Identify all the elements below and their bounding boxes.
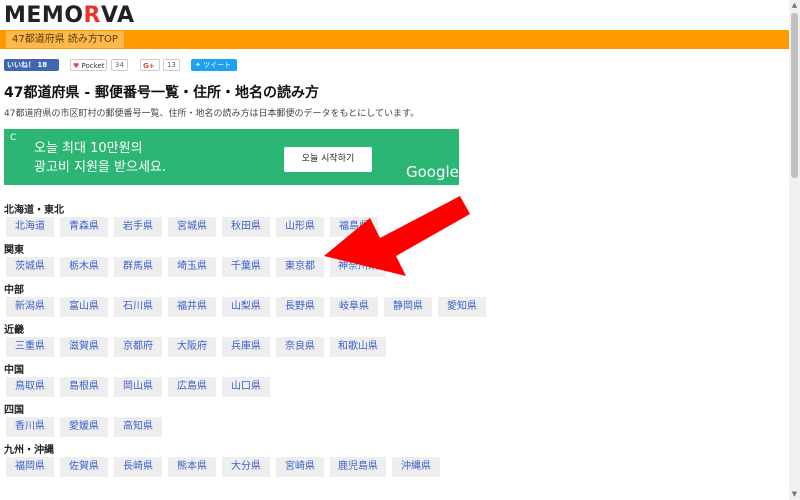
arrow-shape — [324, 196, 470, 276]
prefecture-link[interactable]: 新潟県 — [6, 297, 54, 317]
ad-text: 오늘 최대 10만원의 광고비 지원을 받으세요. — [34, 139, 166, 177]
prefecture-link[interactable]: 静岡県 — [384, 297, 432, 317]
prefecture-link[interactable]: 北海道 — [6, 217, 54, 237]
prefecture-link[interactable]: 岡山県 — [114, 377, 162, 397]
logo-accent: R — [83, 3, 101, 28]
pocket-button[interactable]: ♥ Pocket — [70, 59, 107, 71]
ad-brand: Google — [406, 163, 459, 181]
pocket-icon: ♥ — [73, 62, 80, 70]
prefecture-link[interactable]: 沖縄県 — [392, 457, 440, 477]
prefecture-link[interactable]: 島根県 — [60, 377, 108, 397]
prefecture-link[interactable]: 富山県 — [60, 297, 108, 317]
prefecture-link[interactable]: 大阪府 — [168, 337, 216, 357]
region-title: 関東 — [4, 245, 24, 256]
prefecture-link[interactable]: 和歌山県 — [330, 337, 386, 357]
prefecture-link[interactable]: 福岡県 — [6, 457, 54, 477]
prefecture-link[interactable]: 奈良県 — [276, 337, 324, 357]
gplus-button[interactable]: G+ — [140, 59, 160, 71]
ad-line-1: 오늘 최대 10만원의 — [34, 141, 143, 156]
tweet-button[interactable]: ✦ ツイート — [191, 59, 237, 71]
scroll-down-icon[interactable]: ▼ — [789, 489, 800, 500]
prefecture-link[interactable]: 宮崎県 — [276, 457, 324, 477]
prefecture-link[interactable]: 滋賀県 — [60, 337, 108, 357]
prefecture-link[interactable]: 福井県 — [168, 297, 216, 317]
gplus-count: 13 — [163, 59, 180, 71]
prefecture-link[interactable]: 岐阜県 — [330, 297, 378, 317]
prefecture-link[interactable]: 鳥取県 — [6, 377, 54, 397]
site-logo[interactable]: MEMORVA — [4, 3, 135, 28]
nav-bar: 47都道府県 読み方TOP — [0, 30, 789, 49]
pocket-label: Pocket — [81, 62, 105, 70]
logo-prefix: MEMO — [4, 3, 84, 28]
prefecture-link[interactable]: 岩手県 — [114, 217, 162, 237]
region-title: 中国 — [4, 365, 24, 376]
prefecture-link[interactable]: 広島県 — [168, 377, 216, 397]
prefecture-link[interactable]: 鹿児島県 — [330, 457, 386, 477]
pocket-count: 34 — [111, 59, 128, 71]
ad-cta-button[interactable]: 오늘 시작하기 — [284, 147, 372, 172]
prefecture-link[interactable]: 千葉県 — [222, 257, 270, 277]
prefecture-link[interactable]: 愛知県 — [438, 297, 486, 317]
page-subtitle: 47都道府県の市区町村の郵便番号一覧、住所・地名の読み方は日本郵便のデータをもと… — [4, 109, 420, 119]
nav-link-top[interactable]: 47都道府県 読み方TOP — [6, 31, 124, 48]
prefecture-link[interactable]: 熊本県 — [168, 457, 216, 477]
ad-line-2: 광고비 지원을 받으세요. — [34, 160, 166, 175]
region-title: 四国 — [4, 405, 24, 416]
prefecture-link[interactable]: 茨城県 — [6, 257, 54, 277]
region-title: 九州・沖縄 — [4, 445, 54, 456]
prefecture-link[interactable]: 山口県 — [222, 377, 270, 397]
prefecture-link[interactable]: 栃木県 — [60, 257, 108, 277]
twitter-icon: ✦ — [195, 61, 201, 69]
prefecture-link[interactable]: 長野県 — [276, 297, 324, 317]
prefecture-link[interactable]: 兵庫県 — [222, 337, 270, 357]
prefecture-link[interactable]: 愛媛県 — [60, 417, 108, 437]
scroll-thumb[interactable] — [791, 13, 798, 178]
prefecture-link[interactable]: 香川県 — [6, 417, 54, 437]
page: MEMORVA 47都道府県 読み方TOP いいね！ 18 ♥ Pocket 3… — [0, 0, 789, 500]
prefecture-link[interactable]: 宮城県 — [168, 217, 216, 237]
page-title: 47都道府県 - 郵便番号一覧・住所・地名の読み方 — [4, 85, 320, 101]
prefecture-link[interactable]: 大分県 — [222, 457, 270, 477]
prefecture-link[interactable]: 京都府 — [114, 337, 162, 357]
adchoices-icon[interactable]: C — [10, 133, 16, 143]
prefecture-link[interactable]: 長崎県 — [114, 457, 162, 477]
prefecture-link[interactable]: 山梨県 — [222, 297, 270, 317]
logo-suffix: VA — [100, 3, 135, 28]
ad-banner[interactable]: C 오늘 최대 10만원의 광고비 지원을 받으세요. Google — [4, 129, 459, 185]
prefecture-link[interactable]: 秋田県 — [222, 217, 270, 237]
scroll-up-icon[interactable]: ▲ — [789, 0, 800, 11]
vertical-scrollbar[interactable]: ▲ ▼ — [789, 0, 800, 500]
facebook-like-button[interactable]: いいね！ 18 — [4, 59, 59, 71]
prefecture-link[interactable]: 群馬県 — [114, 257, 162, 277]
prefecture-link[interactable]: 埼玉県 — [168, 257, 216, 277]
prefecture-link[interactable]: 青森県 — [60, 217, 108, 237]
region-title: 近畿 — [4, 325, 24, 336]
prefecture-link[interactable]: 高知県 — [114, 417, 162, 437]
red-arrow-annotation — [324, 196, 470, 276]
prefecture-link[interactable]: 石川県 — [114, 297, 162, 317]
region-title: 中部 — [4, 285, 24, 296]
region-title: 北海道・東北 — [4, 205, 64, 216]
tweet-label: ツイート — [203, 61, 232, 69]
prefecture-link[interactable]: 三重県 — [6, 337, 54, 357]
prefecture-link[interactable]: 佐賀県 — [60, 457, 108, 477]
